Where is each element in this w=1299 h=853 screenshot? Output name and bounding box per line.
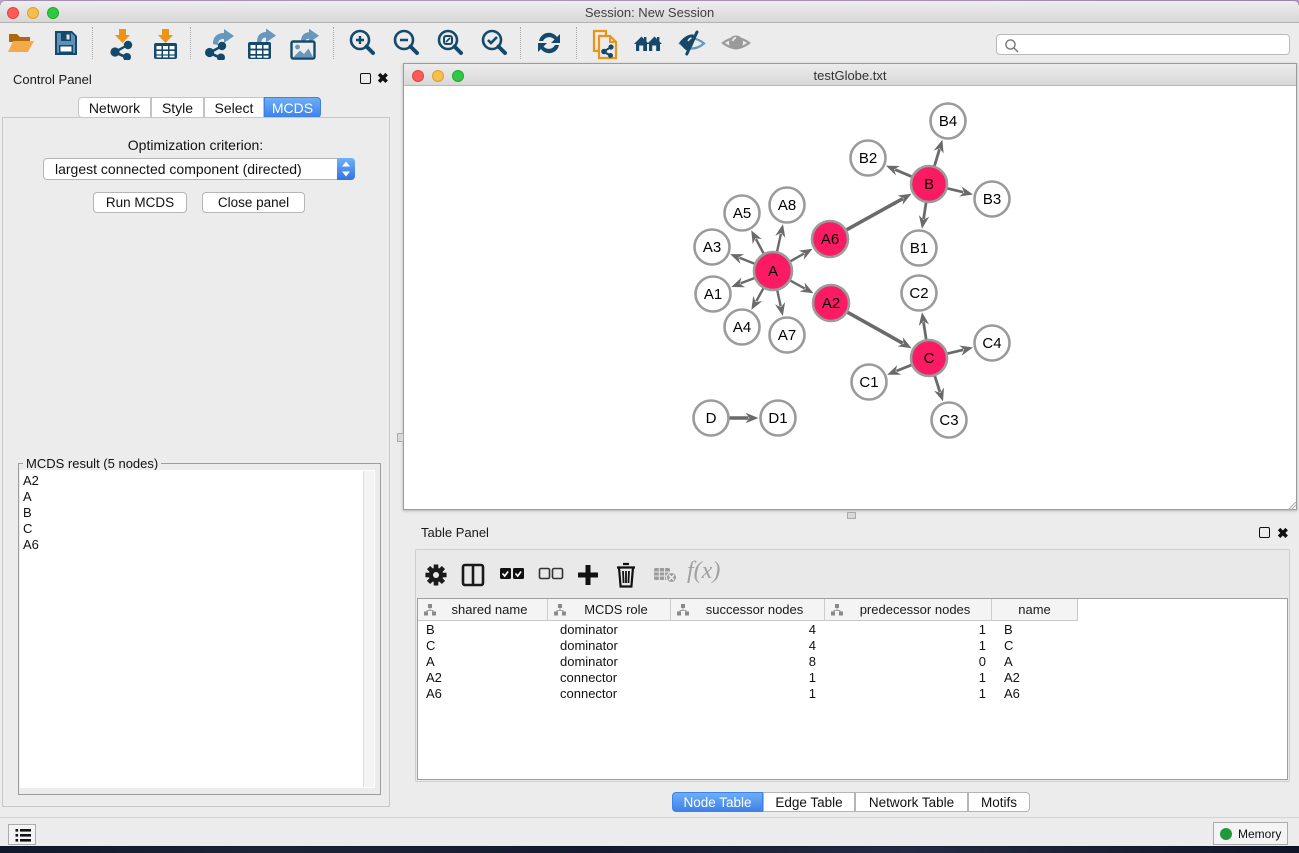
svg-text:B3: B3 [983, 191, 1001, 208]
svg-text:A3: A3 [703, 239, 721, 256]
svg-text:C3: C3 [939, 412, 958, 429]
svg-text:A1: A1 [704, 286, 722, 303]
svg-text:C2: C2 [909, 285, 928, 302]
svg-text:B: B [924, 176, 934, 193]
svg-text:C4: C4 [982, 335, 1001, 352]
svg-text:C: C [924, 350, 935, 367]
svg-text:A5: A5 [733, 205, 751, 222]
svg-text:A7: A7 [778, 327, 796, 344]
svg-text:B4: B4 [939, 113, 957, 130]
svg-text:C1: C1 [859, 374, 878, 391]
svg-text:B2: B2 [859, 150, 877, 167]
svg-text:A6: A6 [821, 231, 839, 248]
svg-text:A: A [768, 263, 778, 280]
svg-text:D1: D1 [768, 410, 787, 427]
svg-text:A4: A4 [733, 319, 751, 336]
svg-text:B1: B1 [910, 240, 928, 257]
svg-text:A8: A8 [778, 197, 796, 214]
svg-text:A2: A2 [822, 295, 840, 312]
svg-text:D: D [706, 410, 717, 427]
